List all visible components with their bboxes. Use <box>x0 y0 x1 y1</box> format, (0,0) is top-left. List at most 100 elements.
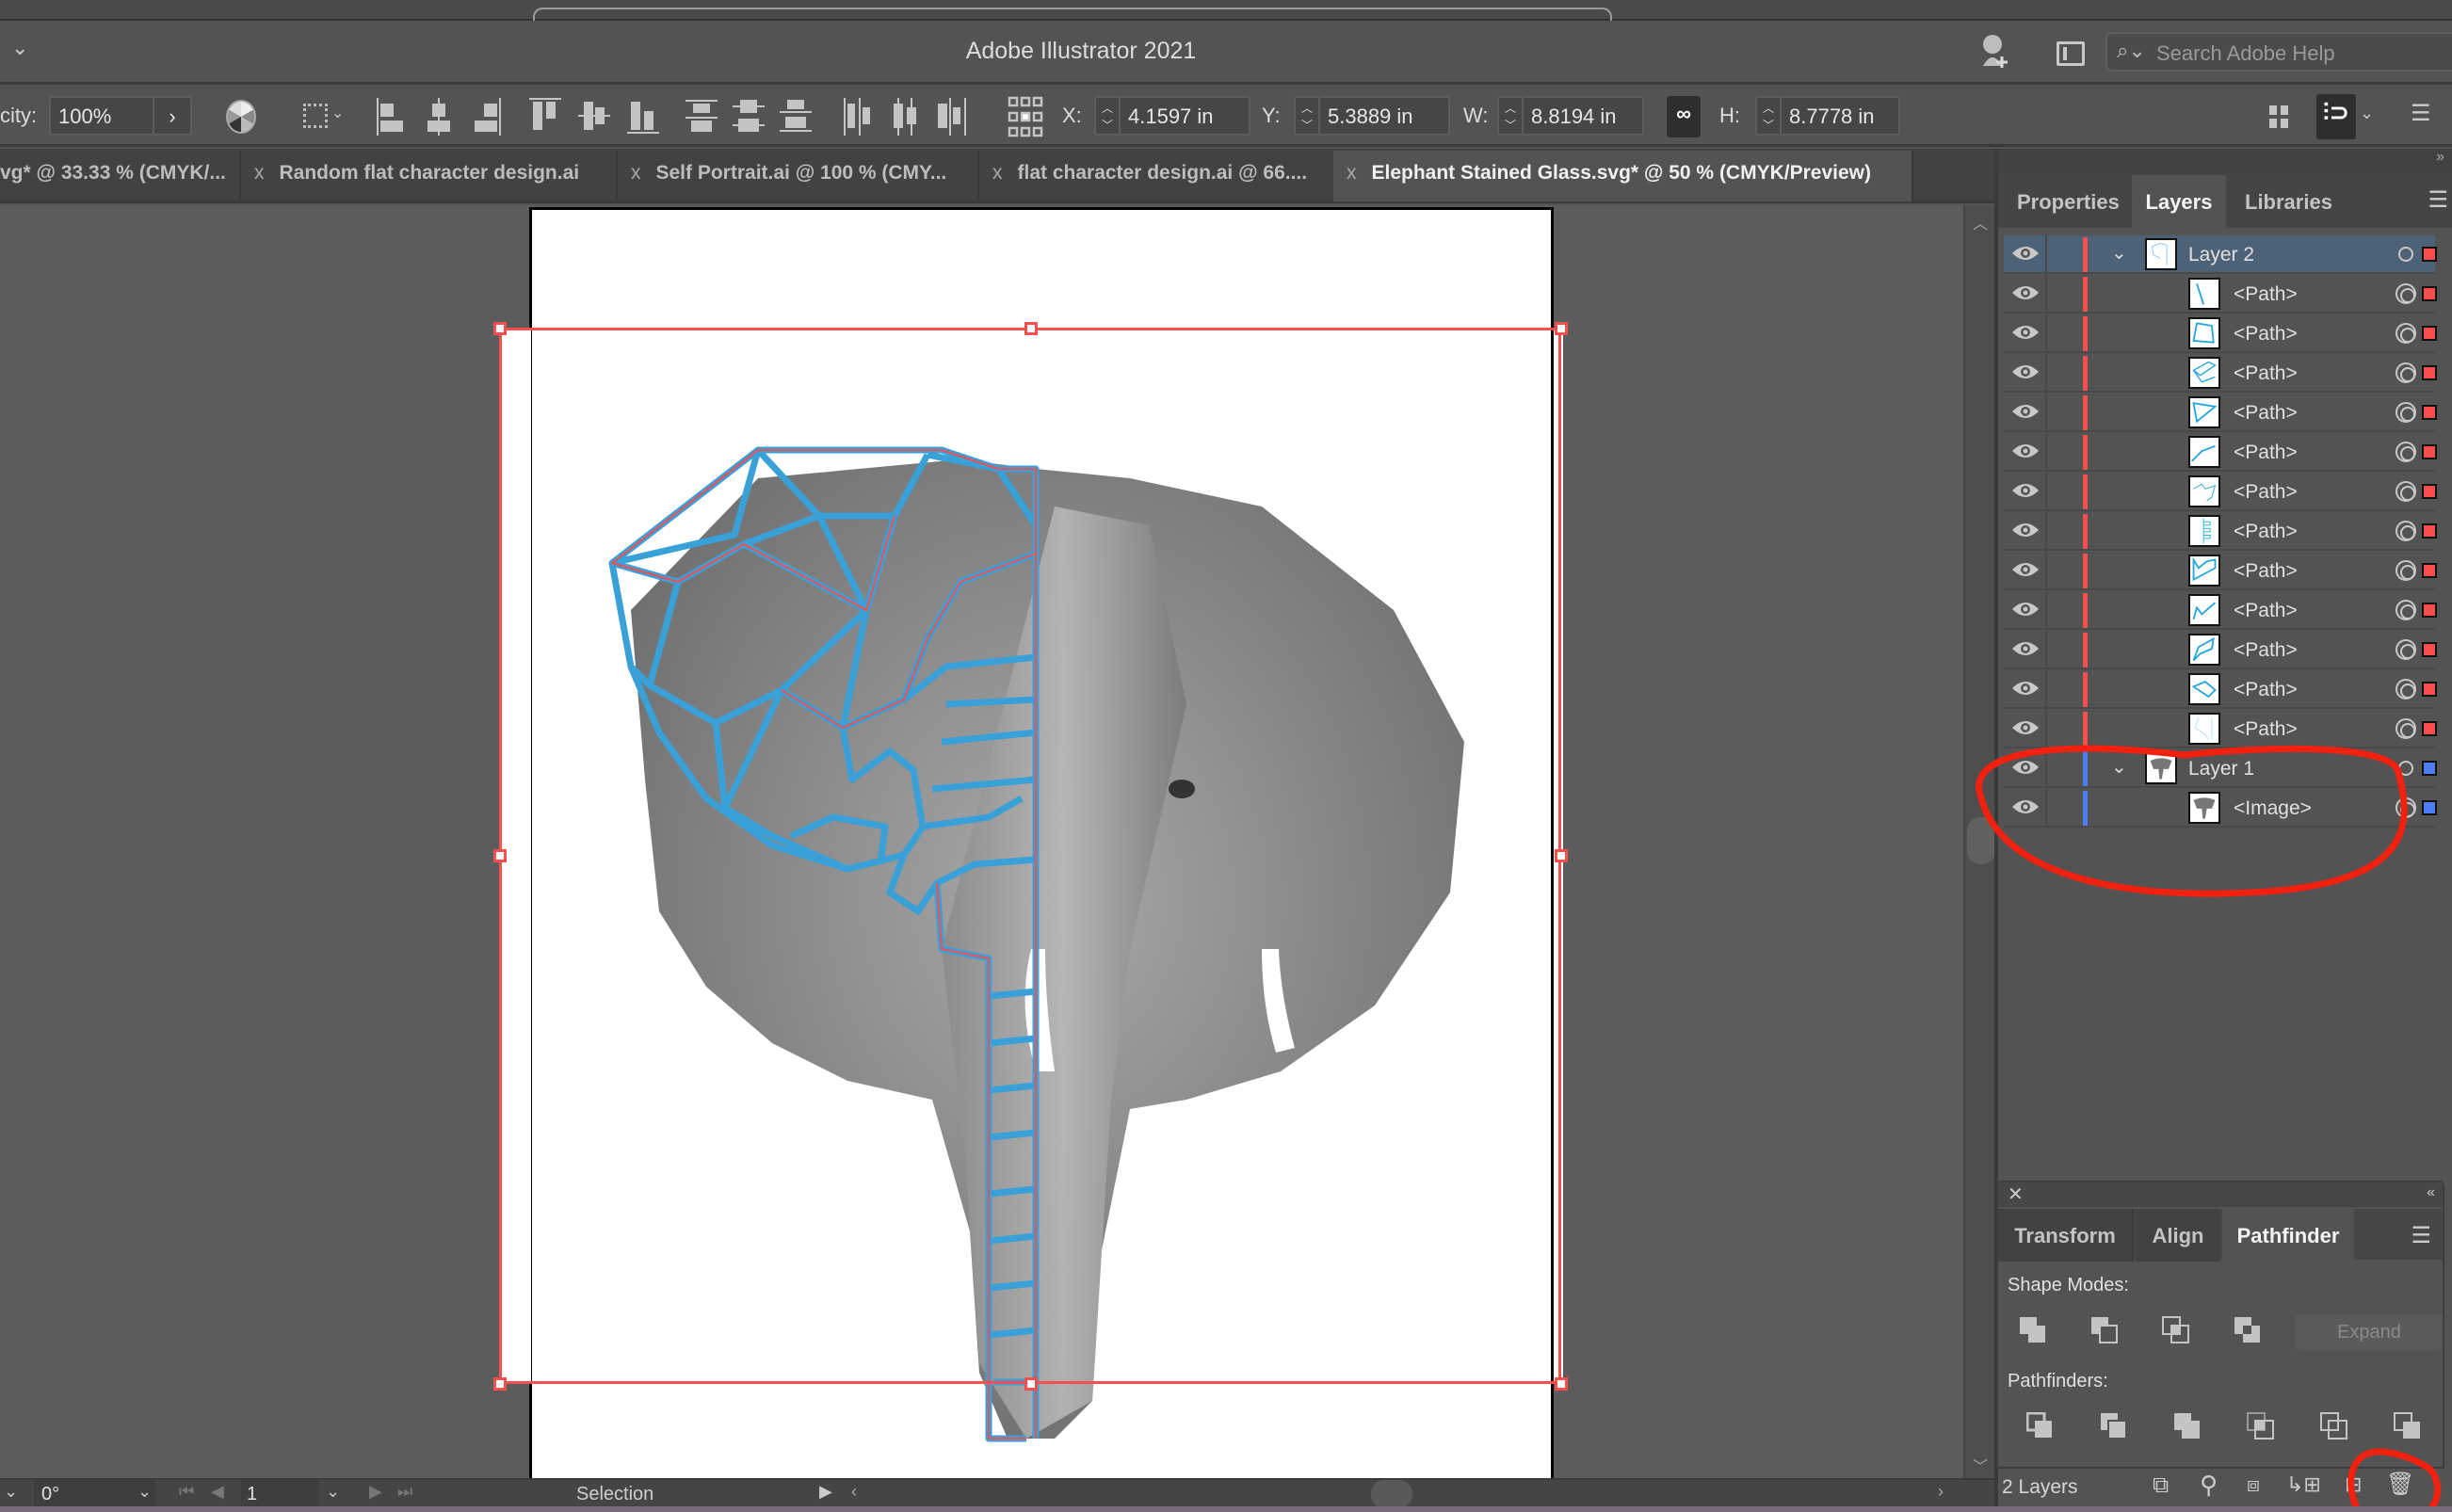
visibility-eye-icon[interactable] <box>2011 638 2040 661</box>
tab-elephant-stained-glass[interactable]: x Elephant Stained Glass.svg* @ 50 % (CMY… <box>1333 151 1913 201</box>
horizontal-distribute-right-icon[interactable] <box>938 98 968 136</box>
artboard-dropdown-chevron-icon[interactable]: ⌄ <box>326 1482 340 1502</box>
make-clipping-mask-icon[interactable]: ⧈ <box>2247 1472 2260 1497</box>
lock-toggle-cell[interactable] <box>2045 710 2047 748</box>
reference-point-icon[interactable] <box>1008 96 1043 137</box>
pathfinder-panel-menu-icon[interactable]: ☰ <box>2411 1222 2431 1249</box>
selection-indicator[interactable] <box>2422 603 2437 618</box>
tab-close-icon[interactable]: x <box>992 162 1003 184</box>
search-adobe-help-input[interactable]: ⌕⌄ Search Adobe Help <box>2105 32 2452 72</box>
lock-toggle-cell[interactable] <box>2045 235 2047 274</box>
layer-name[interactable]: <Path> <box>2234 481 2298 504</box>
collapse-panel-icon[interactable]: « <box>2427 1184 2435 1201</box>
lock-toggle-cell[interactable] <box>2045 354 2047 393</box>
selection-indicator[interactable] <box>2422 484 2437 499</box>
vertical-distribute-top-icon[interactable] <box>686 98 718 136</box>
lock-toggle-cell[interactable] <box>2045 631 2047 669</box>
constrain-proportions-icon[interactable]: ∞ <box>1667 96 1701 137</box>
lock-toggle-cell[interactable] <box>2045 591 2047 630</box>
selection-indicator[interactable] <box>2422 444 2437 459</box>
first-artboard-icon[interactable]: ⏮ <box>179 1482 194 1502</box>
target-appearance-icon[interactable] <box>2396 560 2416 581</box>
path-row[interactable]: <Path> <box>2004 473 2437 511</box>
scroll-left-icon[interactable]: ‹ <box>851 1482 857 1502</box>
lock-toggle-cell[interactable] <box>2045 552 2047 590</box>
crop-icon[interactable] <box>2247 1412 2277 1442</box>
path-row[interactable]: <Path> <box>2004 710 2437 748</box>
lock-toggle-cell[interactable] <box>2045 314 2047 353</box>
minus-back-icon[interactable] <box>2394 1412 2424 1442</box>
lock-toggle-cell[interactable] <box>2045 433 2047 472</box>
snap-icon[interactable]: ⫶⊃ <box>2316 94 2356 139</box>
visibility-eye-icon[interactable] <box>2011 322 2040 345</box>
selection-indicator[interactable] <box>2422 365 2437 380</box>
path-row[interactable]: <Path> <box>2004 394 2437 432</box>
scrollbar-thumb[interactable] <box>1967 817 1995 864</box>
resize-handle-top-center[interactable] <box>1024 322 1038 335</box>
selection-indicator[interactable] <box>2422 721 2437 736</box>
lock-toggle-cell[interactable] <box>2045 473 2047 511</box>
layer-row[interactable]: ⌄ Layer 2 <box>2004 235 2437 274</box>
layer-name[interactable]: <Path> <box>2234 600 2298 622</box>
visibility-eye-icon[interactable] <box>2011 599 2040 621</box>
status-menu-arrow-icon[interactable]: ▶ <box>819 1482 832 1502</box>
tab-random-flat-character-design[interactable]: x Random flat character design.ai <box>241 151 618 201</box>
w-field[interactable]: 8.8194 in <box>1522 96 1644 136</box>
x-stepper[interactable]: ︿ ﹀ <box>1094 96 1119 136</box>
target-appearance-icon[interactable] <box>2396 442 2416 462</box>
intersect-icon[interactable] <box>2162 1316 2192 1346</box>
close-panel-icon[interactable]: ✕ <box>2008 1182 2024 1206</box>
outline-icon[interactable] <box>2320 1412 2350 1442</box>
divide-icon[interactable] <box>2026 1412 2057 1442</box>
target-appearance-icon[interactable] <box>2396 679 2416 700</box>
lock-toggle-cell[interactable] <box>2045 749 2047 788</box>
resize-handle-top-right[interactable] <box>1555 322 1568 335</box>
tab-layers[interactable]: Layers <box>2132 175 2226 228</box>
visibility-eye-icon[interactable] <box>2011 757 2040 780</box>
layer-name[interactable]: <Path> <box>2234 402 2298 425</box>
opacity-expand-button[interactable]: › <box>153 96 192 136</box>
target-appearance-icon[interactable] <box>2396 402 2416 423</box>
canvas-vertical-scrollbar[interactable]: ︿ ﹀ <box>1963 205 1995 1478</box>
path-row[interactable]: <Path> <box>2004 314 2437 353</box>
path-row[interactable]: <Path> <box>2004 512 2437 551</box>
layer-name[interactable]: Layer 1 <box>2188 758 2254 780</box>
target-appearance-icon[interactable] <box>2396 639 2416 660</box>
target-appearance-icon[interactable] <box>2396 797 2416 818</box>
tab-close-icon[interactable]: x <box>1347 162 1357 184</box>
visibility-eye-icon[interactable] <box>2011 480 2040 503</box>
trim-icon[interactable] <box>2100 1412 2130 1442</box>
path-row[interactable]: <Path> <box>2004 354 2437 393</box>
tab-close-icon[interactable]: x <box>631 162 641 184</box>
selection-indicator[interactable] <box>2422 523 2437 539</box>
layer-name[interactable]: <Path> <box>2234 283 2298 306</box>
path-row[interactable]: <Path> <box>2004 275 2437 314</box>
artboard-number-field[interactable]: 1 <box>241 1480 318 1508</box>
target-appearance-icon[interactable] <box>2396 481 2416 502</box>
layer-name[interactable]: <Path> <box>2234 679 2298 701</box>
path-row[interactable]: <Path> <box>2004 631 2437 669</box>
path-row[interactable]: <Path> <box>2004 591 2437 630</box>
tab-properties[interactable]: Properties <box>2006 175 2131 228</box>
layer-row[interactable]: ⌄ Layer 1 <box>2004 749 2437 788</box>
horizontal-align-right-icon[interactable] <box>473 98 503 136</box>
new-sublayer-icon[interactable]: ↳⊞ <box>2286 1472 2321 1497</box>
layer-name[interactable]: <Path> <box>2234 718 2298 741</box>
lock-toggle-cell[interactable] <box>2045 512 2047 551</box>
align-to-selection-icon[interactable] <box>303 104 328 128</box>
selection-indicator[interactable] <box>2422 247 2437 262</box>
selection-indicator[interactable] <box>2422 682 2437 697</box>
visibility-eye-icon[interactable] <box>2011 401 2040 424</box>
selection-indicator[interactable] <box>2422 405 2437 420</box>
visibility-eye-icon[interactable] <box>2011 243 2040 265</box>
selection-indicator[interactable] <box>2422 642 2437 657</box>
selection-indicator[interactable] <box>2422 326 2437 341</box>
target-appearance-icon[interactable] <box>2396 362 2416 383</box>
scroll-right-icon[interactable]: › <box>1938 1482 1944 1502</box>
tab-align[interactable]: Align <box>2136 1209 2220 1262</box>
layer-name[interactable]: <Path> <box>2234 323 2298 346</box>
vertical-align-center-icon[interactable] <box>578 98 610 136</box>
visibility-eye-icon[interactable] <box>2011 678 2040 700</box>
target-appearance-icon[interactable] <box>2398 247 2413 262</box>
selection-indicator[interactable] <box>2422 286 2437 301</box>
